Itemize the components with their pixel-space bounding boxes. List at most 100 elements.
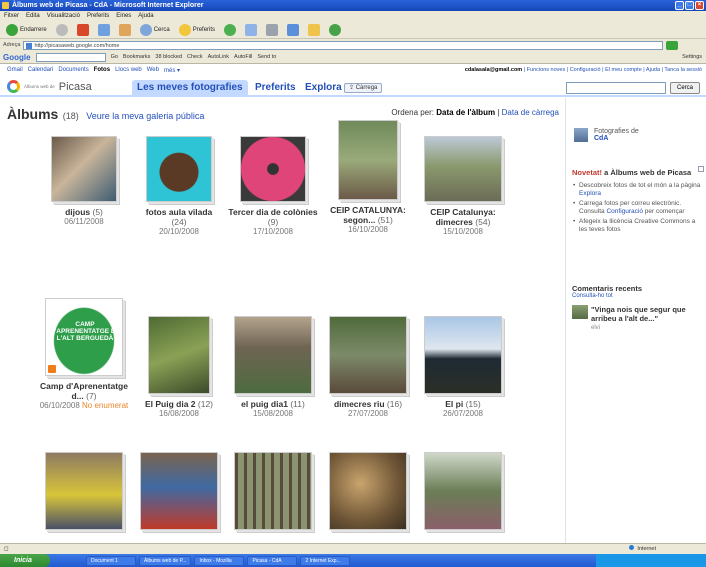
album-card[interactable]	[223, 452, 323, 530]
album-thumbnail[interactable]	[234, 316, 312, 394]
album-title[interactable]: Camp d'Aprenentatge d... (7)	[34, 381, 134, 401]
menu-file[interactable]: Fitxer	[4, 11, 19, 21]
album-title[interactable]: dijous (5)	[34, 207, 134, 217]
google-toolbar-search[interactable]	[35, 52, 106, 62]
toolbar-settings-button[interactable]: Settings	[682, 54, 702, 60]
favorites-button[interactable]: Preferits	[176, 23, 218, 37]
popups-blocked[interactable]: 38 blocked	[155, 54, 182, 60]
album-thumbnail[interactable]	[148, 316, 210, 394]
maximize-button[interactable]: □	[685, 1, 694, 10]
album-card[interactable]: el puig dia1 (11) 15/08/2008	[223, 316, 323, 419]
see-all-comments-link[interactable]: Consulta-ho tot	[572, 293, 702, 299]
comment-author[interactable]: elvi	[591, 324, 702, 333]
owner-name-link[interactable]: CdA	[594, 135, 639, 142]
nav-gmail[interactable]: Gmail	[7, 67, 23, 74]
album-title[interactable]: CEIP Catalunya: dimecres (54)	[413, 207, 513, 227]
menu-favorites[interactable]: Preferits	[87, 11, 109, 21]
messenger-button[interactable]	[326, 23, 344, 37]
album-card[interactable]: dijous (5) 06/11/2008	[34, 136, 134, 227]
bookmarks-button[interactable]: Bookmarks	[123, 54, 151, 60]
album-thumbnail[interactable]	[424, 136, 502, 202]
album-title[interactable]: Tercer dia de colònies (9)	[223, 207, 323, 227]
taskbar-item[interactable]: Picasa - CdA	[247, 555, 298, 566]
album-thumbnail[interactable]	[240, 136, 306, 202]
start-button[interactable]: Inicia	[0, 554, 50, 567]
album-card[interactable]: El pi (15) 26/07/2008	[413, 316, 513, 419]
album-title[interactable]: dimecres riu (16)	[318, 399, 418, 409]
album-title[interactable]: CEIP CATALUNYA: segon... (51)	[318, 205, 418, 225]
photo-search-button[interactable]: Cerca	[670, 82, 700, 94]
taskbar-item[interactable]: Inbox - Mozilla	[194, 555, 245, 566]
go-button[interactable]	[666, 40, 679, 50]
address-input[interactable]: http://picasaweb.google.com/home	[23, 40, 664, 50]
album-card[interactable]: El Puig dia 2 (12) 16/08/2008	[129, 316, 229, 419]
settings-link[interactable]: Configuració	[606, 208, 643, 215]
comment-thumbnail[interactable]	[572, 305, 588, 319]
explore-link[interactable]: Explora	[579, 190, 601, 197]
home-button[interactable]	[116, 23, 134, 37]
folder-button[interactable]	[305, 23, 323, 37]
album-title[interactable]: El Puig dia 2 (12)	[129, 399, 229, 409]
minimize-button[interactable]: _	[675, 1, 684, 10]
album-thumbnail[interactable]	[45, 452, 123, 530]
album-thumbnail[interactable]	[329, 316, 407, 394]
search-button[interactable]: Cerca	[137, 23, 173, 37]
avatar[interactable]	[574, 128, 588, 142]
album-thumbnail[interactable]	[140, 452, 218, 530]
album-card[interactable]: dimecres riu (16) 27/07/2008	[318, 316, 418, 419]
album-thumbnail[interactable]	[146, 136, 212, 202]
album-title[interactable]: fotos aula vilada (24)	[129, 207, 229, 227]
account-menu-links[interactable]: Funcions noves | Configuració | El meu c…	[527, 67, 702, 73]
taskbar-item[interactable]: Document 1	[86, 555, 136, 566]
autofill-button[interactable]: AutoFill	[234, 54, 252, 60]
album-card[interactable]	[318, 452, 418, 530]
album-card[interactable]	[129, 452, 229, 530]
album-card[interactable]	[34, 452, 134, 530]
history-button[interactable]	[221, 23, 239, 37]
close-button[interactable]: ×	[695, 1, 704, 10]
album-card[interactable]	[413, 452, 513, 530]
menu-help[interactable]: Ajuda	[138, 11, 153, 21]
edit-button[interactable]	[284, 23, 302, 37]
nav-calendar[interactable]: Calendari	[28, 67, 54, 74]
album-thumbnail[interactable]	[424, 452, 502, 530]
album-card[interactable]: CEIP Catalunya: dimecres (54) 15/10/2008	[413, 136, 513, 237]
album-thumbnail[interactable]	[338, 120, 398, 200]
album-thumbnail[interactable]	[329, 452, 407, 530]
back-button[interactable]: Endarrere	[3, 23, 50, 37]
album-thumbnail[interactable]	[424, 316, 502, 394]
album-title[interactable]: el puig dia1 (11)	[223, 399, 323, 409]
menu-view[interactable]: Visualització	[47, 11, 80, 21]
nav-documents[interactable]: Documents	[58, 67, 88, 74]
taskbar-item[interactable]: 2 Internet Exp...	[300, 555, 351, 566]
spellcheck-button[interactable]: Check	[187, 54, 203, 60]
mail-button[interactable]	[242, 23, 260, 37]
menu-edit[interactable]: Edita	[26, 11, 40, 21]
menu-tools[interactable]: Eines	[116, 11, 131, 21]
taskbar-item[interactable]: Àlbums web de P...	[139, 555, 192, 566]
stop-button[interactable]	[74, 23, 92, 37]
print-button[interactable]	[263, 23, 281, 37]
album-card[interactable]: CEIP CATALUNYA: segon... (51) 16/10/2008	[318, 120, 418, 235]
album-thumbnail[interactable]: CAMP D'APRENENTATGE DE L'ALT BERGUEDÀ	[45, 298, 123, 376]
album-thumbnail[interactable]	[51, 136, 117, 202]
photo-search-input[interactable]	[566, 82, 666, 94]
public-gallery-link[interactable]: Veure la meva galeria pública	[86, 111, 204, 121]
forward-button[interactable]	[53, 23, 71, 37]
comment-item[interactable]: "Vinga nois que segur que arribeu a l'al…	[572, 305, 702, 333]
refresh-button[interactable]	[95, 23, 113, 37]
album-card[interactable]: Tercer dia de colònies (9) 17/10/2008	[223, 136, 323, 237]
tab-favorites[interactable]: Preferits	[250, 80, 301, 96]
nav-web[interactable]: Web	[147, 67, 159, 74]
tab-explore[interactable]: Explora	[300, 80, 347, 96]
nav-sites[interactable]: Llocs web	[115, 67, 142, 74]
picasa-logo[interactable]: Àlbums web de Picasa	[7, 80, 92, 93]
tab-my-photos[interactable]: Les meves fotografies	[132, 80, 248, 96]
album-thumbnail[interactable]	[234, 452, 312, 530]
album-title[interactable]: El pi (15)	[413, 399, 513, 409]
send-to-button[interactable]: Send to	[257, 54, 276, 60]
album-card[interactable]: CAMP D'APRENENTATGE DE L'ALT BERGUEDÀ Ca…	[34, 298, 134, 411]
upload-button[interactable]: ⇪ Càrrega	[344, 83, 383, 93]
google-go-button[interactable]: Go	[111, 54, 118, 60]
sort-by-upload-date[interactable]: Data de càrrega	[502, 108, 559, 117]
